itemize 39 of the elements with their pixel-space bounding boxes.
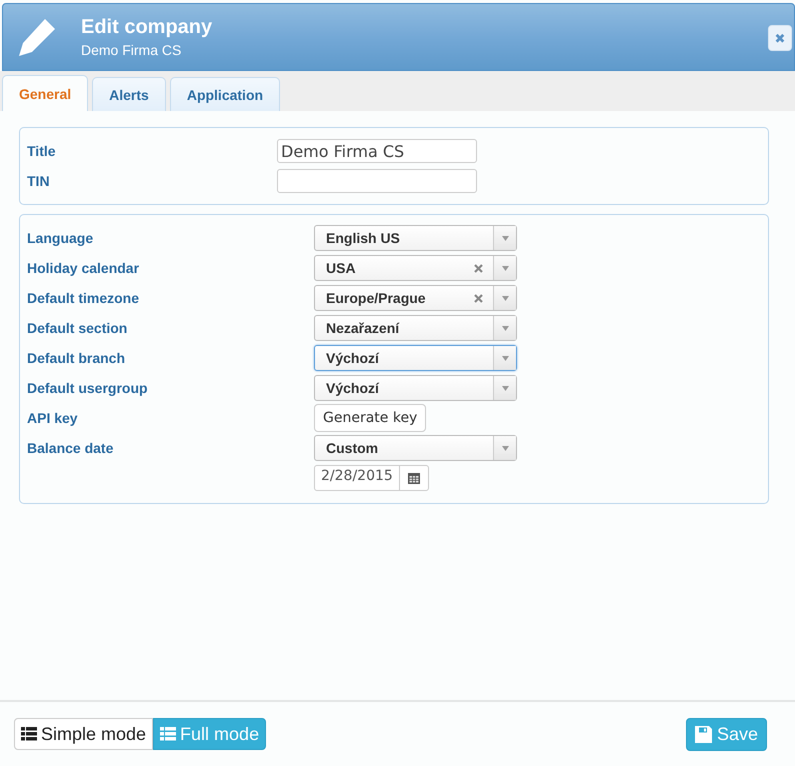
field-label: Default timezone — [27, 290, 140, 306]
field-label: Title — [27, 143, 57, 159]
caret-icon — [502, 356, 508, 360]
text-field[interactable]: Demo Firma CS — [277, 139, 477, 163]
field-label: Default usergroup — [27, 380, 149, 396]
select-field[interactable]: English US — [314, 225, 517, 251]
select-field[interactable]: USA — [314, 255, 517, 281]
text-field[interactable] — [277, 169, 477, 193]
dialog-title: Edit company — [81, 16, 212, 39]
clear-icon[interactable] — [474, 264, 483, 272]
field-label: TIN — [27, 173, 51, 189]
caret-icon — [502, 326, 508, 330]
field-label: Holiday calendar — [27, 260, 140, 276]
dialog-subtitle: Demo Firma CS — [81, 42, 182, 58]
caret-icon — [502, 236, 508, 240]
caret-icon — [502, 386, 508, 390]
field-label: Balance date — [27, 440, 114, 456]
tab[interactable]: Alerts — [92, 77, 166, 111]
field-label: Default branch — [27, 350, 126, 366]
list-icon — [160, 727, 176, 741]
floppy-icon — [694, 726, 712, 742]
caret-icon — [502, 446, 508, 450]
field-label: API key — [27, 410, 79, 426]
select-field[interactable]: Custom — [314, 435, 517, 461]
caret-icon — [502, 296, 508, 300]
select-field[interactable]: Nezařazení — [314, 315, 517, 341]
select-field[interactable]: Výchozí — [314, 345, 517, 371]
field-label: Language — [27, 230, 94, 246]
select-field[interactable]: Europe/Prague — [314, 285, 517, 311]
calendar-icon — [408, 472, 420, 484]
clear-icon[interactable] — [474, 294, 483, 302]
tab[interactable]: Application — [170, 77, 280, 111]
mode-button[interactable]: Simple mode — [14, 718, 154, 750]
field-label: Default section — [27, 320, 128, 336]
caret-icon — [502, 266, 508, 270]
date-field[interactable]: 2/28/2015 — [314, 465, 429, 491]
list-icon — [21, 727, 37, 741]
generate-key-button[interactable]: Generate key — [314, 404, 426, 432]
select-field[interactable]: Výchozí — [314, 375, 517, 401]
